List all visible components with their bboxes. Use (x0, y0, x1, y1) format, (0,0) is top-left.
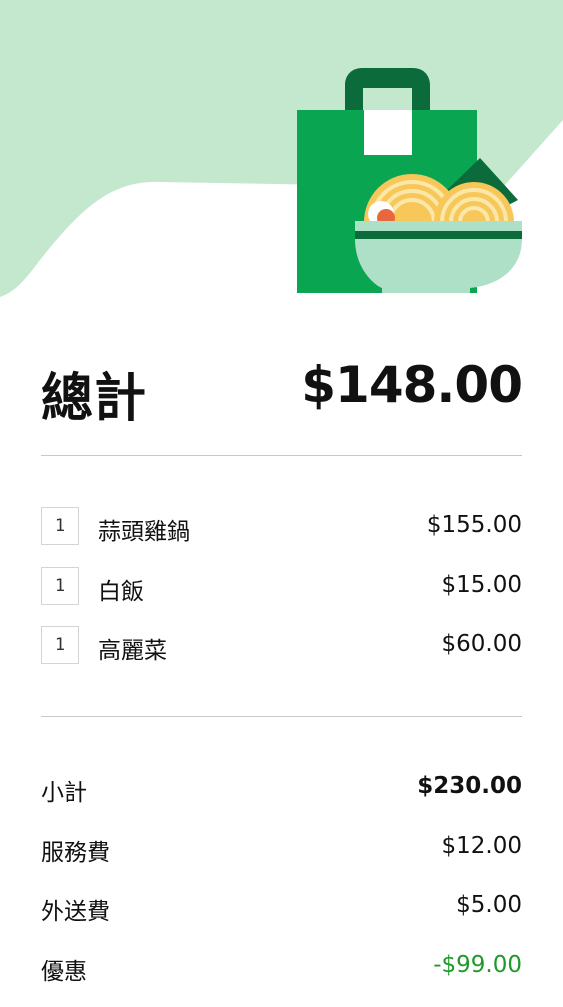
delivery-fee-label: 外送費 (41, 899, 110, 926)
discount-row: 優惠 -$99.00 (41, 947, 522, 1007)
price-summary: 小計 $230.00 服務費 $12.00 外送費 $5.00 優惠 -$99.… (41, 768, 522, 1007)
delivery-fee-row: 外送費 $5.00 (41, 887, 522, 947)
item-price: $15.00 (441, 571, 522, 598)
subtotal-row: 小計 $230.00 (41, 768, 522, 828)
item-quantity: 1 (41, 507, 79, 545)
list-item: 1 高麗菜 $60.00 (41, 619, 522, 679)
subtotal-label: 小計 (41, 780, 87, 806)
total-value: $148.00 (301, 356, 523, 414)
subtotal-value: $230.00 (417, 773, 522, 799)
noodle-bowl-icon (355, 174, 522, 293)
discount-label: 優惠 (41, 959, 87, 986)
order-items-list: 1 蒜頭雞鍋 $155.00 1 白飯 $15.00 1 高麗菜 $60.00 (41, 500, 522, 679)
service-fee-row: 服務費 $12.00 (41, 828, 522, 888)
delivery-fee-value: $5.00 (456, 892, 522, 919)
item-quantity: 1 (41, 566, 79, 605)
item-price: $155.00 (426, 512, 522, 538)
discount-value: -$99.00 (433, 952, 522, 979)
item-price: $60.00 (441, 631, 522, 657)
list-item: 1 白飯 $15.00 (41, 560, 522, 620)
service-fee-label: 服務費 (41, 839, 110, 866)
order-total-row: 總計 $148.00 (41, 350, 523, 430)
hero-illustration (0, 0, 563, 297)
list-item: 1 蒜頭雞鍋 $155.00 (41, 500, 522, 560)
item-name: 高麗菜 (98, 638, 167, 664)
divider (41, 455, 522, 456)
total-label: 總計 (41, 369, 148, 429)
service-fee-value: $12.00 (441, 832, 522, 859)
item-quantity: 1 (41, 626, 79, 664)
item-name: 白飯 (98, 578, 144, 605)
item-name: 蒜頭雞鍋 (98, 519, 190, 545)
divider (41, 716, 522, 717)
